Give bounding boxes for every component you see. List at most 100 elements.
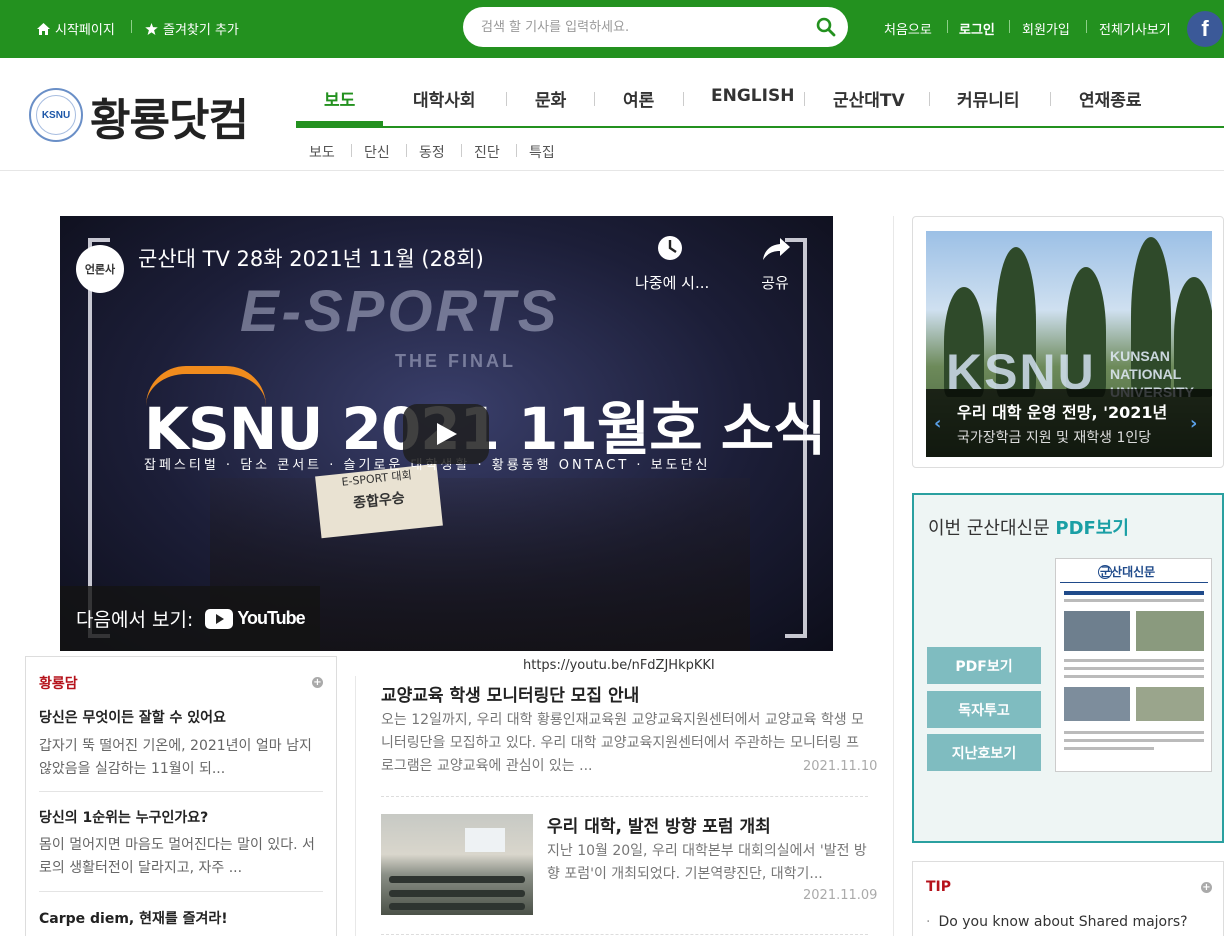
newspaper-text-line	[1064, 731, 1204, 734]
subnav-divider	[516, 144, 517, 157]
nav-item-report[interactable]: 보도	[324, 86, 355, 111]
video-bg-subtext: THE FINAL	[395, 351, 516, 371]
column-item-title[interactable]: 당신의 1순위는 누구인가요?	[39, 807, 208, 827]
column-item-title[interactable]: Carpe diem, 현재를 즐겨라!	[39, 908, 228, 928]
subnav-diagnosis[interactable]: 진단	[474, 142, 500, 162]
watch-on-youtube[interactable]: 다음에서 보기: YouTube	[60, 586, 320, 651]
thumb-row	[389, 876, 525, 883]
clock-icon	[658, 236, 682, 260]
top-divider	[1086, 20, 1087, 33]
newspaper-photo	[1136, 611, 1204, 651]
article-title[interactable]: 교양교육 학생 모니터링단 모집 안내	[381, 681, 639, 706]
more-icon[interactable]: +	[312, 677, 323, 688]
share-icon	[763, 238, 790, 260]
column-box-title[interactable]: 황룡담	[39, 673, 78, 693]
nav-item-english[interactable]: ENGLISH	[711, 86, 794, 106]
watch-later-label: 나중에 시...	[635, 274, 710, 292]
newspaper-text-line	[1064, 599, 1204, 602]
home-icon	[37, 22, 50, 35]
subnav-feature[interactable]: 특집	[529, 142, 555, 162]
column-box: 황룡담 + 당신은 무엇이든 잘할 수 있어요 갑자기 뚝 떨어진 기온에, 2…	[25, 656, 337, 936]
article-date: 2021.11.09	[803, 888, 878, 903]
favorite-link[interactable]: 즐겨찾기 추가	[145, 19, 239, 38]
more-icon[interactable]: +	[1201, 882, 1212, 893]
watch-later-button[interactable]: 나중에 시...	[635, 234, 709, 293]
tip-box-title[interactable]: TIP	[926, 879, 951, 895]
site-logo-text[interactable]: 황룡닷컴	[90, 84, 249, 148]
newspaper-headline-line	[1064, 591, 1204, 595]
column-item-desc: 몸이 멀어지면 마음도 멀어진다는 말이 있다. 서로의 생활터전이 달라지고,…	[39, 837, 315, 876]
tip-item[interactable]: Do you know about Shared majors?	[926, 914, 1187, 930]
play-button[interactable]	[403, 404, 489, 464]
video-player[interactable]: E-SPORTS THE FINAL E-SPORT 대회 종합우승 KSNU …	[60, 216, 833, 651]
article-title[interactable]: 우리 대학, 발전 방향 포럼 개최	[547, 812, 771, 837]
pdf-heading-text: 이번 군산대신문	[928, 518, 1050, 539]
top-divider	[1009, 20, 1010, 33]
newspaper-preview[interactable]: 군산대신문	[1055, 558, 1212, 772]
column-divider	[39, 791, 323, 792]
article-divider	[381, 934, 868, 935]
column-divider	[39, 891, 323, 892]
nav-item-culture[interactable]: 문화	[535, 86, 566, 111]
search-icon[interactable]	[816, 17, 836, 37]
video-bg-text: E-SPORTS	[240, 279, 560, 344]
article-divider	[381, 796, 868, 797]
slider-title[interactable]: 우리 대학 운영 전망, '2021년	[957, 399, 1197, 423]
channel-avatar[interactable]: 언론사	[76, 245, 124, 293]
nav-item-ended-series[interactable]: 연재종료	[1079, 86, 1142, 111]
pdf-view-button[interactable]: PDF보기	[927, 647, 1041, 684]
reader-submission-button[interactable]: 독자투고	[927, 691, 1041, 728]
chevron-left-icon[interactable]: ‹	[934, 413, 941, 434]
newspaper-text-line	[1064, 747, 1154, 750]
facebook-icon[interactable]: f	[1187, 11, 1223, 47]
all-articles-link[interactable]: 전체기사보기	[1099, 19, 1171, 38]
top-divider	[947, 20, 948, 33]
nav-item-tv[interactable]: 군산대TV	[833, 86, 905, 111]
tip-box: TIP + Do you know about Shared majors?	[912, 861, 1224, 936]
main-nav: 보도 대학사회 문화 여론 ENGLISH 군산대TV 커뮤니티 연재종료	[296, 58, 1224, 128]
slider-caption[interactable]: ‹ 우리 대학 운영 전망, '2021년 국가장학금 지원 및 재학생 1인당…	[926, 389, 1212, 457]
thumb-row	[389, 903, 525, 910]
nav-active-bar	[296, 121, 383, 127]
first-page-link[interactable]: 처음으로	[884, 19, 932, 38]
login-link[interactable]: 로그인	[959, 19, 995, 38]
newspaper-pdf-box: 이번 군산대신문 PDF보기 PDF보기 독자투고 지난호보기 군산대신문	[912, 493, 1224, 843]
watch-on-label: 다음에서 보기:	[76, 609, 194, 631]
nav-item-community[interactable]: 커뮤니티	[957, 86, 1020, 111]
pdf-box-heading: 이번 군산대신문 PDF보기	[928, 514, 1129, 540]
nav-item-opinion[interactable]: 여론	[623, 86, 654, 111]
video-title[interactable]: 군산대 TV 28화 2021년 11월 (28회)	[138, 243, 484, 273]
slider-desc: 국가장학금 지원 및 재학생 1인당	[957, 430, 1152, 446]
home-label: 시작페이지	[55, 23, 115, 38]
share-label: 공유	[761, 274, 789, 292]
nav-divider	[1050, 92, 1051, 106]
star-icon	[145, 22, 158, 35]
newspaper-text-line	[1064, 675, 1204, 678]
nav-divider	[594, 92, 595, 106]
newspaper-photo	[1064, 611, 1130, 651]
column-item-title[interactable]: 당신은 무엇이든 잘할 수 있어요	[39, 707, 226, 727]
chevron-right-icon[interactable]: ›	[1190, 413, 1197, 434]
logo-emblem-text: KSNU	[36, 95, 76, 135]
past-issues-button[interactable]: 지난호보기	[927, 734, 1041, 771]
article-thumbnail[interactable]	[381, 814, 533, 915]
subnav-brief[interactable]: 단신	[364, 142, 390, 162]
pdf-heading-link[interactable]: PDF보기	[1055, 518, 1129, 539]
nav-divider	[929, 92, 930, 106]
subnav-news[interactable]: 동정	[419, 142, 445, 162]
thumb-row	[389, 890, 525, 897]
video-url[interactable]: https://youtu.be/nFdZJHkpKKI	[523, 658, 715, 673]
nav-item-campus[interactable]: 대학사회	[413, 86, 476, 111]
headline-slider: KSNU KUNSAN NATIONAL UNIVERSITY ‹ 우리 대학 …	[912, 216, 1224, 468]
youtube-icon	[205, 608, 234, 629]
column-divider-vertical	[355, 676, 356, 936]
slider-image[interactable]: KSNU KUNSAN NATIONAL UNIVERSITY ‹ 우리 대학 …	[926, 231, 1212, 457]
share-button[interactable]: 공유	[740, 234, 810, 293]
logo-name-line: KUNSAN	[1110, 348, 1170, 364]
search-input[interactable]	[481, 15, 801, 39]
logo-emblem[interactable]: KSNU	[29, 88, 83, 142]
newspaper-masthead: 군산대신문	[1060, 563, 1208, 583]
home-link[interactable]: 시작페이지	[37, 19, 115, 38]
signup-link[interactable]: 회원가입	[1022, 19, 1070, 38]
subnav-report[interactable]: 보도	[309, 142, 335, 162]
